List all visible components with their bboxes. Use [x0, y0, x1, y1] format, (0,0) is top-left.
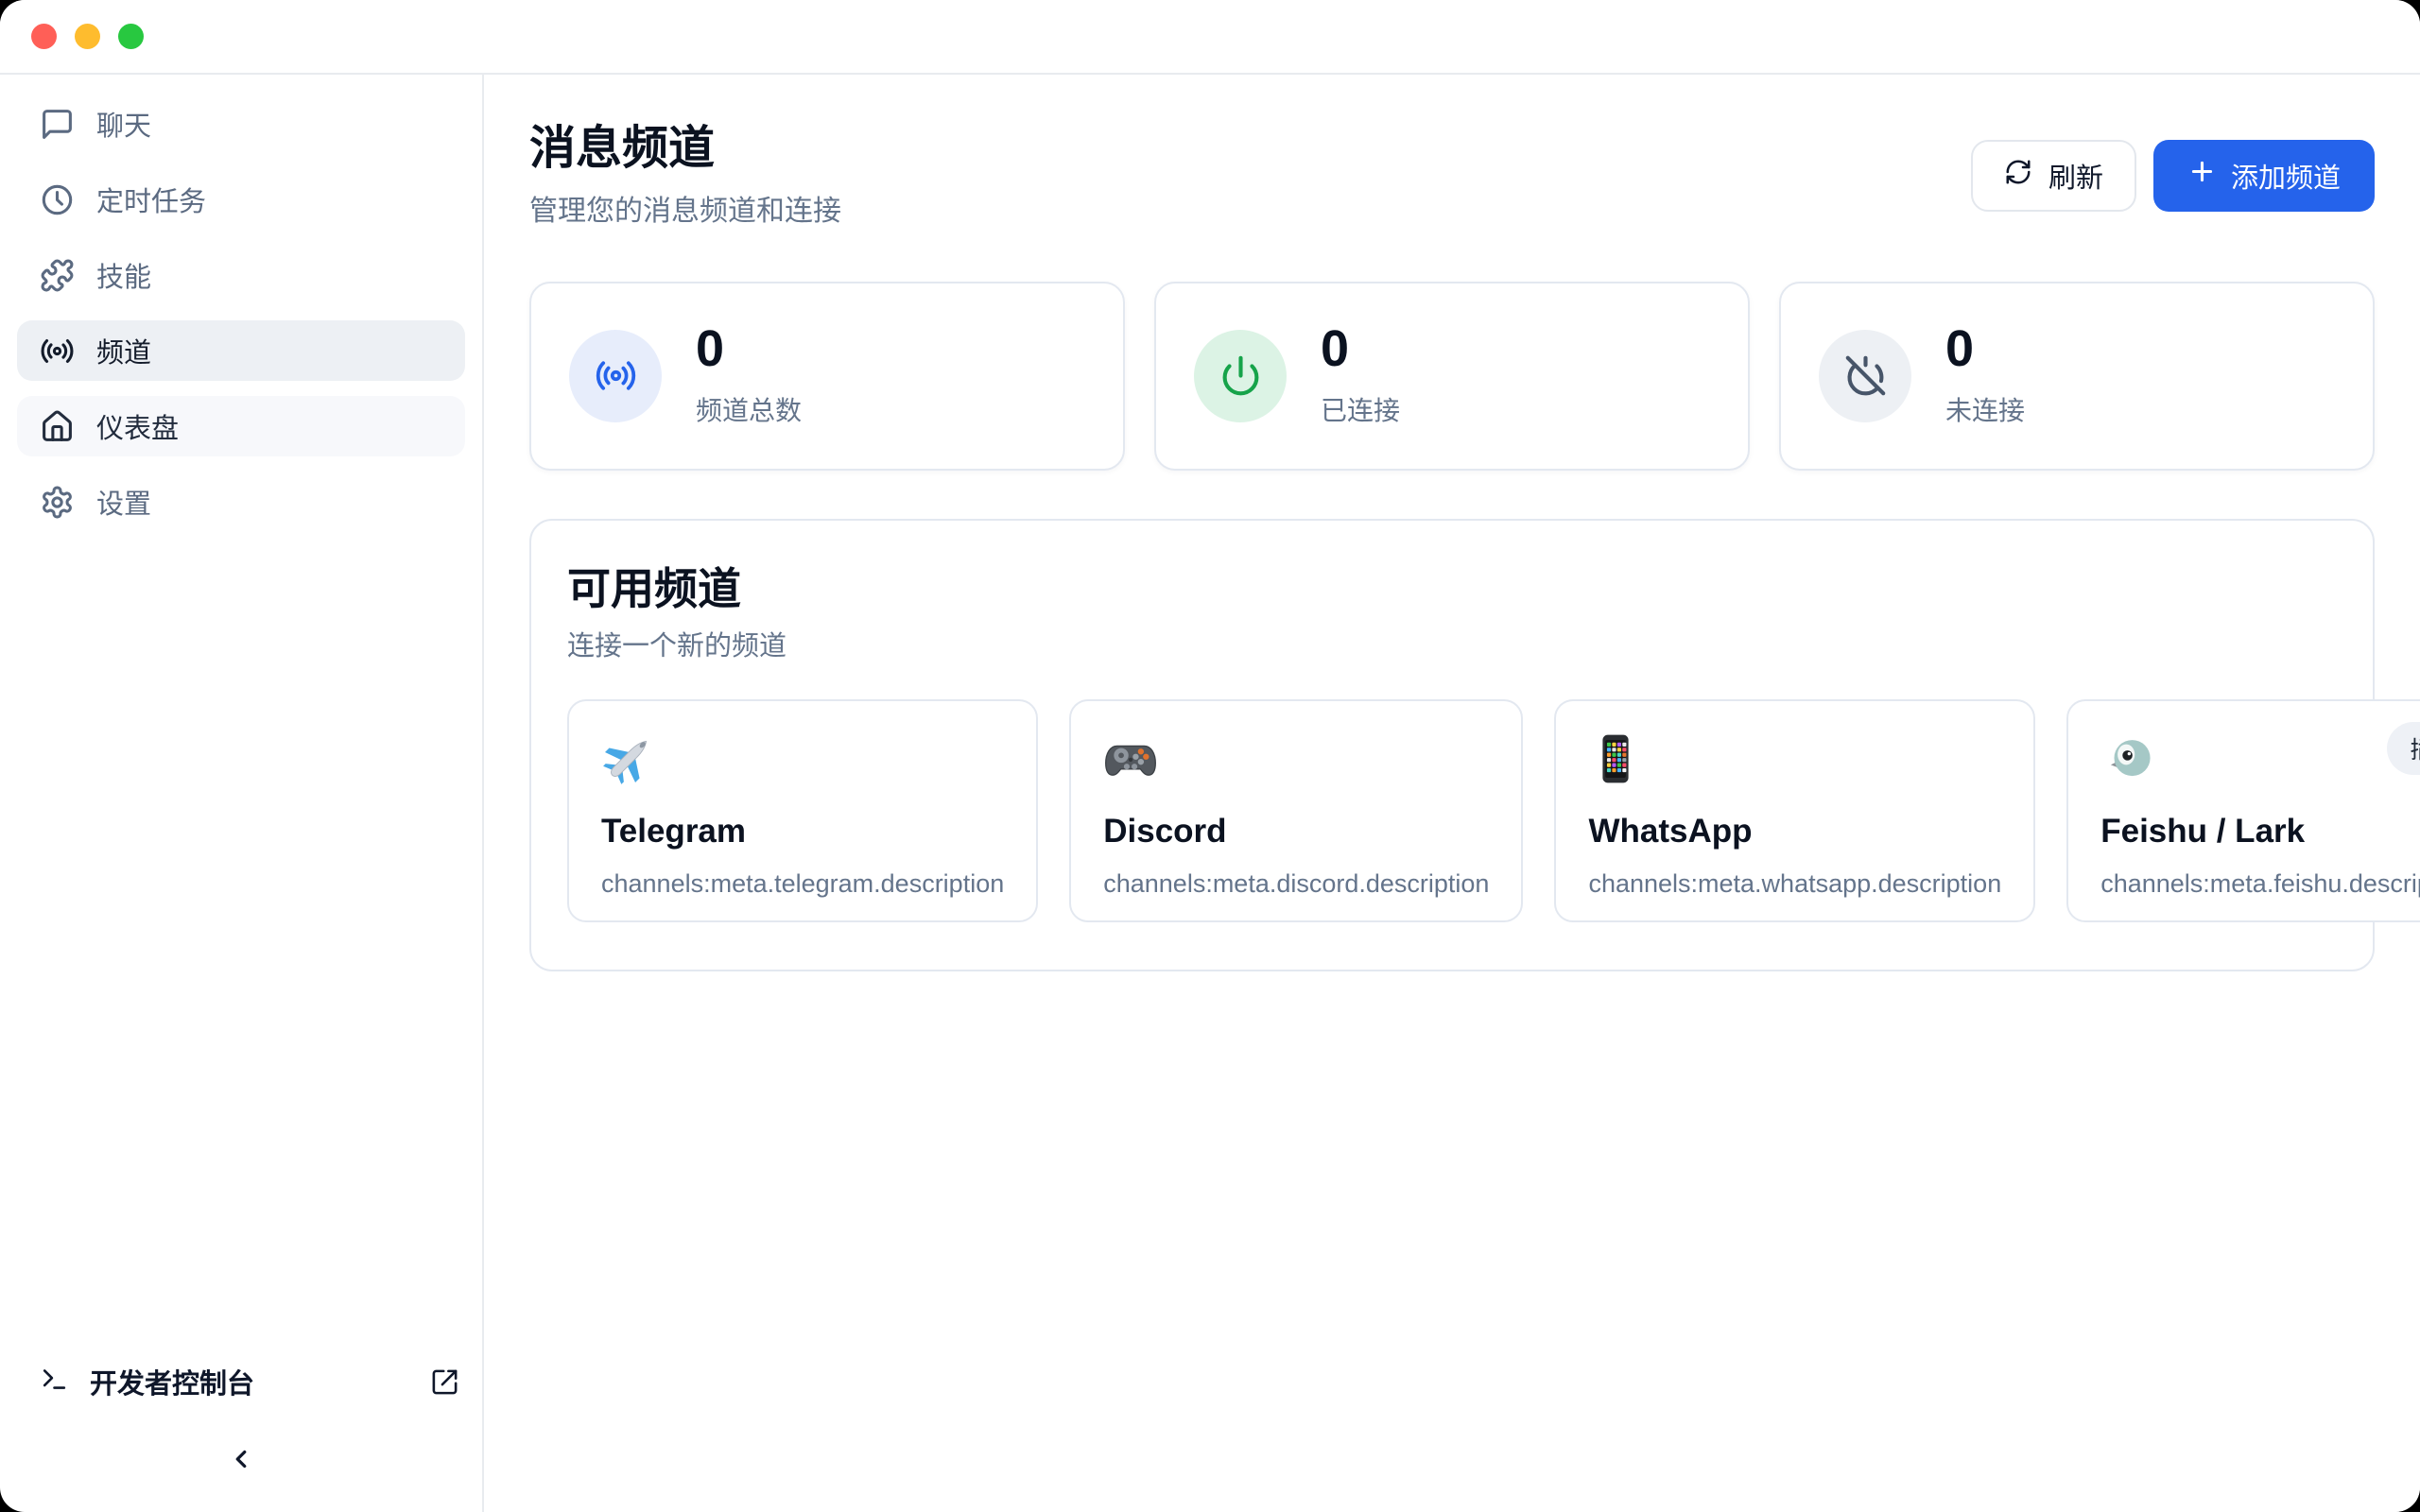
- close-window-button[interactable]: [31, 24, 57, 49]
- clock-icon: [40, 182, 75, 217]
- stat-label: 已连接: [1321, 390, 1400, 428]
- stat-text: 0 未连接: [1945, 323, 2025, 428]
- sidebar-nav: 聊天定时任务技能频道仪表盘设置: [0, 94, 482, 1351]
- stat-label: 未连接: [1945, 390, 2025, 428]
- channel-description: channels:meta.feishu.description: [2100, 869, 2420, 899]
- plus-icon: [2187, 157, 2217, 194]
- refresh-icon: [2004, 158, 2032, 194]
- channel-card-feishu[interactable]: 插件 Feishu / Lark channels:meta.feishu.desc…: [2066, 699, 2420, 922]
- minimize-window-button[interactable]: [75, 24, 100, 49]
- sidebar-item-label: 技能: [96, 255, 151, 295]
- channel-description: channels:meta.whatsapp.description: [1588, 869, 2001, 899]
- sidebar-item-channels[interactable]: 频道: [17, 320, 465, 381]
- channel-card-whatsapp[interactable]: WhatsApp channels:meta.whatsapp.descripti…: [1554, 699, 2035, 922]
- terminal-icon: [40, 1365, 69, 1399]
- sidebar-item-tasks[interactable]: 定时任务: [17, 169, 465, 230]
- broadcast-icon: [40, 334, 75, 369]
- stat-text: 0 频道总数: [696, 323, 802, 428]
- sidebar-item-label: 频道: [96, 331, 151, 370]
- stat-card-total: 0 频道总数: [529, 282, 1125, 471]
- developer-console-label: 开发者控制台: [90, 1362, 254, 1401]
- channel-name: WhatsApp: [1588, 813, 2001, 850]
- refresh-button[interactable]: 刷新: [1971, 140, 2136, 212]
- sidebar-item-label: 定时任务: [96, 180, 206, 219]
- stats-row: 0 频道总数 0 已连接 0 未连接: [529, 282, 2375, 471]
- sidebar-item-settings[interactable]: 设置: [17, 472, 465, 532]
- stat-value: 0: [696, 323, 802, 374]
- chat-icon: [40, 107, 75, 142]
- channel-card-telegram[interactable]: Telegram channels:meta.telegram.descripti…: [567, 699, 1038, 922]
- stat-value: 0: [1945, 323, 2025, 374]
- add-channel-button-label: 添加频道: [2231, 156, 2341, 196]
- channel-description: channels:meta.discord.description: [1103, 869, 1489, 899]
- header-actions: 刷新 添加频道: [1971, 140, 2375, 212]
- titlebar: [0, 0, 2420, 75]
- app-window: 聊天定时任务技能频道仪表盘设置 开发者控制台 消息频道 管理您的消息频道和连接: [0, 0, 2420, 1512]
- stat-card-connected: 0 已连接: [1154, 282, 1750, 471]
- stat-value: 0: [1321, 323, 1400, 374]
- zoom-window-button[interactable]: [118, 24, 144, 49]
- chevron-left-icon: [227, 1445, 255, 1478]
- channel-card-discord[interactable]: Discord channels:meta.discord.description: [1069, 699, 1523, 922]
- gamepad-emoji: [1103, 731, 1158, 786]
- available-channels-subtitle: 连接一个新的频道: [567, 624, 2337, 663]
- sidebar: 聊天定时任务技能频道仪表盘设置 开发者控制台: [0, 75, 484, 1512]
- add-channel-button[interactable]: 添加频道: [2153, 140, 2375, 212]
- stat-label: 频道总数: [696, 390, 802, 428]
- sidebar-item-skills[interactable]: 技能: [17, 245, 465, 305]
- channel-grid: Telegram channels:meta.telegram.descripti…: [567, 699, 2337, 922]
- sidebar-collapse-button[interactable]: [0, 1431, 482, 1491]
- stat-text: 0 已连接: [1321, 323, 1400, 428]
- phone-emoji: [1588, 731, 1643, 786]
- channel-name: Feishu / Lark: [2100, 813, 2420, 850]
- page-header-text: 消息频道 管理您的消息频道和连接: [529, 123, 841, 229]
- page-header: 消息频道 管理您的消息频道和连接 刷新 添加频道: [529, 123, 2375, 229]
- page-title: 消息频道: [529, 123, 841, 175]
- bird-emoji: [2100, 731, 2155, 786]
- sidebar-item-label: 聊天: [96, 104, 151, 144]
- app-body: 聊天定时任务技能频道仪表盘设置 开发者控制台 消息频道 管理您的消息频道和连接: [0, 75, 2420, 1512]
- sidebar-item-dashboard[interactable]: 仪表盘: [17, 396, 465, 456]
- power-icon: [1194, 330, 1287, 422]
- power-off-icon: [1819, 330, 1911, 422]
- sidebar-item-label: 仪表盘: [96, 406, 179, 446]
- airplane-emoji: [601, 731, 656, 786]
- sidebar-item-chat[interactable]: 聊天: [17, 94, 465, 154]
- available-channels-title: 可用频道: [567, 564, 2337, 614]
- channel-name: Telegram: [601, 813, 1004, 850]
- channel-name: Discord: [1103, 813, 1489, 850]
- sidebar-item-label: 设置: [96, 482, 151, 522]
- refresh-button-label: 刷新: [2048, 156, 2103, 196]
- broadcast-icon: [569, 330, 662, 422]
- gear-icon: [40, 485, 75, 520]
- home-icon: [40, 409, 75, 444]
- stat-card-disconnected: 0 未连接: [1779, 282, 2375, 471]
- developer-console-link[interactable]: 开发者控制台: [40, 1351, 459, 1412]
- main-content: 消息频道 管理您的消息频道和连接 刷新 添加频道 0 频道总数 0 已连接 0 未连接: [484, 75, 2420, 1512]
- channel-description: channels:meta.telegram.description: [601, 869, 1004, 899]
- puzzle-icon: [40, 258, 75, 293]
- plugin-badge: 插件: [2387, 722, 2420, 775]
- page-subtitle: 管理您的消息频道和连接: [529, 187, 841, 229]
- external-link-icon: [430, 1367, 459, 1397]
- available-channels-panel: 可用频道 连接一个新的频道 Telegram channels:meta.tele…: [529, 519, 2375, 971]
